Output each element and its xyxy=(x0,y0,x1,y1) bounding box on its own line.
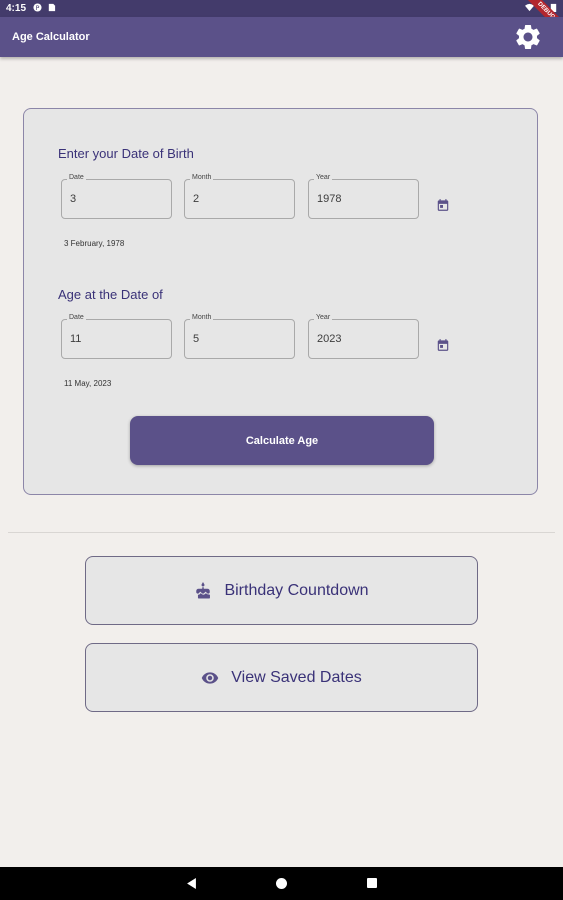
status-time: 4:15 xyxy=(6,3,27,14)
app-bar: Age Calculator xyxy=(0,17,563,57)
back-icon[interactable] xyxy=(186,878,197,889)
target-year-label: Year xyxy=(314,314,333,321)
view-saved-dates-label: View Saved Dates xyxy=(231,668,362,686)
recents-icon[interactable] xyxy=(367,878,377,888)
target-year-field[interactable]: Year 2023 xyxy=(308,314,419,359)
calendar-icon[interactable] xyxy=(436,198,450,212)
birthday-countdown-button[interactable]: Birthday Countdown xyxy=(85,556,478,625)
gear-icon[interactable] xyxy=(513,22,543,52)
app-title: Age Calculator xyxy=(12,31,90,43)
calculate-age-button[interactable]: Calculate Age xyxy=(130,416,434,465)
eye-icon xyxy=(202,671,219,684)
birth-year-value: 1978 xyxy=(317,193,342,205)
birth-date-field[interactable]: Date 3 xyxy=(61,174,172,219)
target-date-label: Date xyxy=(67,314,86,321)
svg-text:P: P xyxy=(36,5,40,12)
birth-month-field[interactable]: Month 2 xyxy=(184,174,295,219)
status-bar: 4:15 P DEBUG xyxy=(0,0,563,40)
birth-date-label: Date xyxy=(67,174,86,181)
cake-icon xyxy=(196,581,211,598)
age-input-card: Enter your Date of Birth Date 3 Month 2 … xyxy=(23,108,538,495)
target-date-field[interactable]: Date 11 xyxy=(61,314,172,359)
birth-month-value: 2 xyxy=(193,193,200,205)
target-formatted-date: 11 May, 2023 xyxy=(64,379,112,388)
birth-year-field[interactable]: Year 1978 xyxy=(308,174,419,219)
notification-icon: P xyxy=(33,3,42,12)
birth-month-label: Month xyxy=(190,174,214,181)
birth-section-title: Enter your Date of Birth xyxy=(58,146,194,161)
target-date-value: 11 xyxy=(70,333,82,345)
birthday-countdown-label: Birthday Countdown xyxy=(224,581,369,599)
sd-card-icon xyxy=(48,3,56,12)
target-month-label: Month xyxy=(190,314,214,321)
calendar-icon[interactable] xyxy=(436,338,450,352)
divider xyxy=(8,532,555,533)
target-year-value: 2023 xyxy=(317,333,342,345)
calculate-age-label: Calculate Age xyxy=(245,434,319,447)
view-saved-dates-button[interactable]: View Saved Dates xyxy=(85,643,478,712)
birth-year-label: Year xyxy=(314,174,333,181)
target-section-title: Age at the Date of xyxy=(58,287,163,302)
target-month-field[interactable]: Month 5 xyxy=(184,314,295,359)
target-month-value: 5 xyxy=(193,333,200,345)
birth-date-value: 3 xyxy=(70,193,77,205)
home-icon[interactable] xyxy=(276,878,287,889)
system-nav-bar xyxy=(0,867,563,900)
birth-formatted-date: 3 February, 1978 xyxy=(64,239,125,248)
